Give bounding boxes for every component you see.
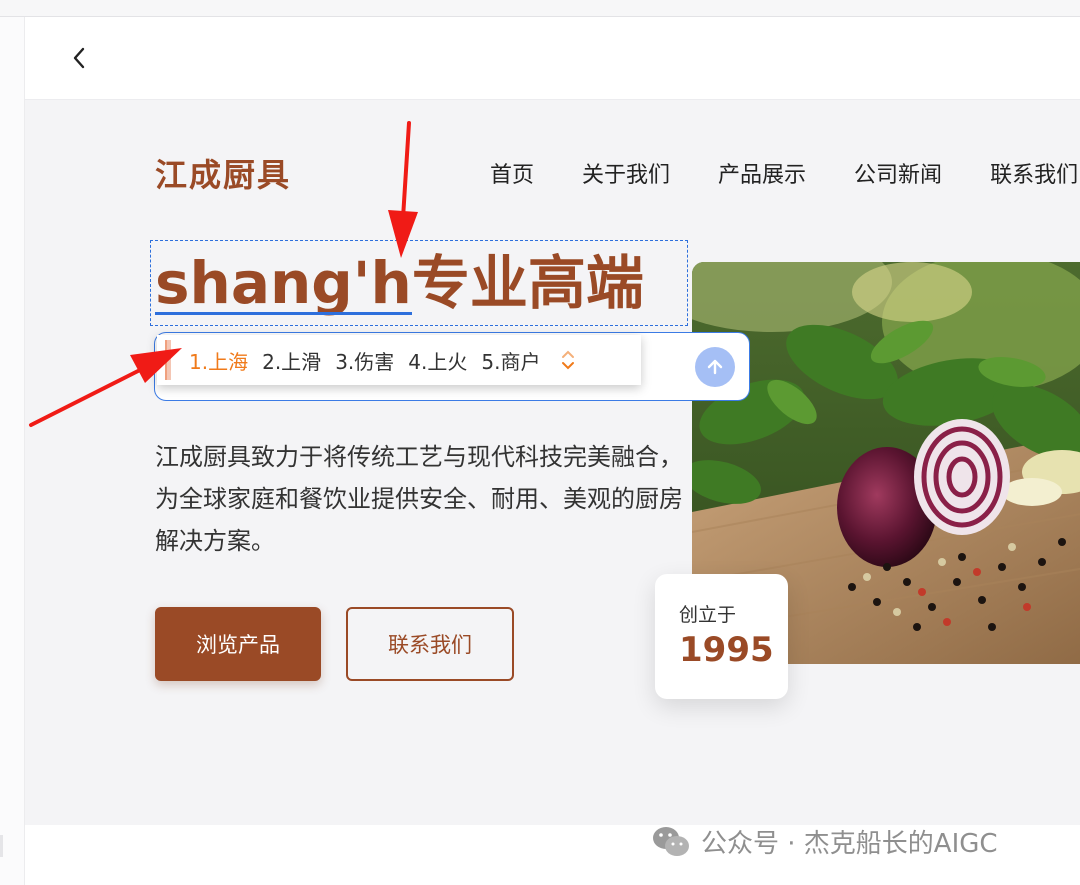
chevron-up-down-icon[interactable]	[560, 348, 576, 372]
browse-products-button[interactable]: 浏览产品	[155, 607, 321, 681]
left-side-panel	[0, 17, 25, 885]
ime-candidate[interactable]: 5.商户	[481, 346, 540, 375]
founded-label: 创立于	[679, 604, 737, 626]
nav-item-products[interactable]: 产品展示	[718, 157, 806, 189]
nav-item-home[interactable]: 首页	[490, 157, 534, 189]
hero-headline[interactable]: shang'h专业高端	[155, 243, 644, 323]
founded-year: 1995	[679, 630, 774, 670]
ime-candidate[interactable]: 1.上海	[189, 346, 248, 375]
contact-us-button[interactable]: 联系我们	[346, 607, 514, 681]
chevron-left-icon	[73, 47, 85, 69]
ime-candidate[interactable]: 2.上滑	[262, 346, 321, 375]
watermark: 公众号 · 杰克船长的AIGC	[651, 823, 998, 860]
ime-candidate[interactable]: 3.伤害	[335, 346, 394, 375]
headline-text: 专业高端	[411, 249, 644, 317]
founded-badge: 创立于 1995	[655, 574, 788, 699]
wechat-icon	[653, 826, 689, 856]
ime-candidate[interactable]: 4.上火	[408, 346, 467, 375]
hero-description: 江成厨具致力于将传统工艺与现代科技完美融合，为全球家庭和餐饮业提供安全、耐用、美…	[155, 443, 683, 555]
ime-caret-marker	[165, 340, 171, 380]
edit-input-box[interactable]: 1.上海 2.上滑 3.伤害 4.上火 5.商户	[154, 332, 750, 401]
watermark-text: 公众号 · 杰克船长的AIGC	[701, 829, 998, 859]
preview-header	[25, 17, 1080, 100]
arrow-up-icon	[707, 359, 723, 375]
website-preview: 江成厨具 首页 关于我们 产品展示 公司新闻 联系我们 创立于 1995 sha…	[25, 100, 1080, 825]
main-nav: 首页 关于我们 产品展示 公司新闻 联系我们	[490, 157, 1078, 189]
window-top-strip	[0, 0, 1080, 17]
ime-candidate-bar: 1.上海 2.上滑 3.伤害 4.上火 5.商户	[157, 335, 641, 385]
back-button[interactable]	[61, 39, 97, 77]
site-logo[interactable]: 江成厨具	[155, 150, 291, 196]
ime-composing-text: shang'h	[155, 249, 412, 317]
side-panel-tick	[0, 835, 3, 857]
nav-item-about[interactable]: 关于我们	[582, 157, 670, 189]
send-button[interactable]	[695, 347, 735, 387]
nav-item-contact[interactable]: 联系我们	[990, 157, 1078, 189]
nav-item-news[interactable]: 公司新闻	[854, 157, 942, 189]
